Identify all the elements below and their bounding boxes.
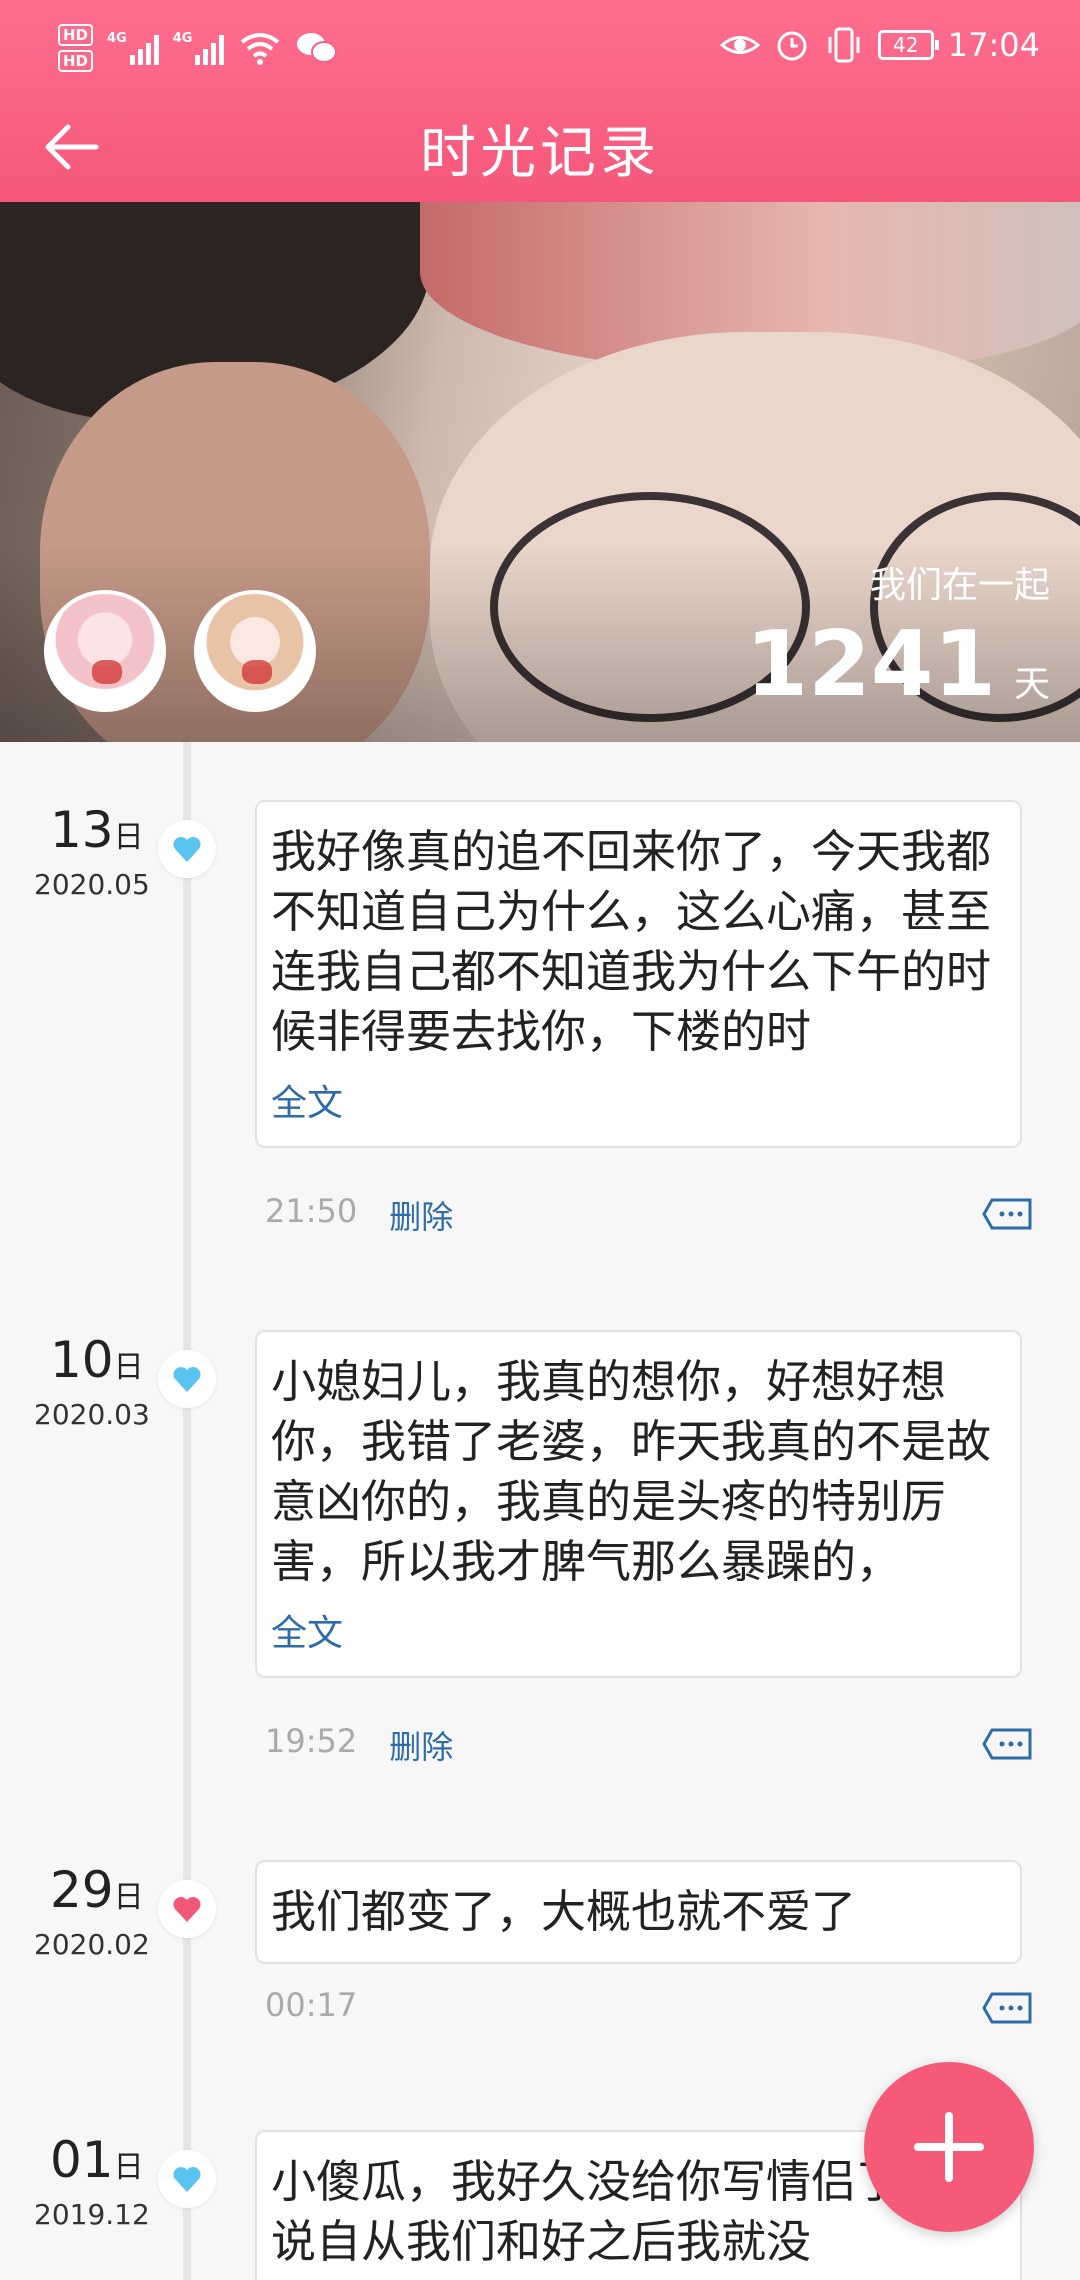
delete-button[interactable]: 删除: [389, 1192, 453, 1238]
entry-day: 10日: [50, 1330, 150, 1398]
entry-day: 29日: [50, 1860, 150, 1928]
network-type-2: 4G: [172, 31, 193, 46]
status-right: 42 17:04: [719, 20, 1040, 70]
hd-badges: HD HD: [58, 24, 94, 72]
app-header: HD HD 4G 4G 42 17:04 时光记录: [0, 0, 1080, 202]
nav-bar: 时光记录: [0, 90, 1080, 202]
entry-day-number: 10: [50, 1331, 114, 1389]
hd-badge-1: HD: [58, 24, 94, 46]
delete-button[interactable]: 删除: [389, 1722, 453, 1768]
days-unit: 天: [1013, 664, 1050, 705]
hd-badge-2: HD: [58, 50, 94, 72]
days-count: 1241: [745, 612, 996, 717]
entry-day-number: 01: [50, 2131, 114, 2189]
entry-day-number: 13: [50, 801, 114, 859]
heart-icon: [158, 1350, 216, 1408]
days-counter: 1241 天: [745, 620, 1050, 710]
eye-icon: [719, 36, 760, 54]
network-type-1: 4G: [107, 31, 127, 46]
comment-icon[interactable]: [982, 1196, 1034, 1232]
entry-text: 我们都变了，大概也就不爱了: [271, 1885, 857, 1938]
full-text-link[interactable]: 全文: [271, 1074, 1006, 1126]
avatar-1[interactable]: [44, 590, 166, 712]
battery-icon: 42: [877, 30, 939, 60]
wifi-icon: [241, 33, 280, 65]
entry-card[interactable]: 我们都变了，大概也就不爱了: [255, 1860, 1022, 1964]
timeline-line: [183, 742, 191, 2280]
entry-time: 19:52: [265, 1722, 358, 1760]
entry-day: 01日: [50, 2130, 150, 2198]
vibrate-icon: [828, 27, 860, 63]
heart-icon: [158, 820, 216, 878]
entry-card[interactable]: 我好像真的追不回来你了，今天我都不知道自己为什么，这么心痛，甚至连我自己都不知道…: [255, 800, 1022, 1148]
entry-meta: 19:52 删除: [265, 1722, 453, 1768]
entry-year-month: 2020.05: [34, 868, 150, 901]
entry-text: 小媳妇儿，我真的想你，好想好想你，我错了老婆，昨天我真的不是故意凶你的，我真的是…: [271, 1355, 992, 1588]
alarm-icon: [777, 31, 807, 61]
entry-time: 21:50: [265, 1192, 358, 1230]
day-suffix: 日: [113, 2150, 144, 2185]
add-entry-button[interactable]: [864, 2062, 1034, 2232]
entry-meta: 00:17: [265, 1986, 357, 2024]
full-text-link[interactable]: 全文: [271, 1604, 1006, 1656]
comment-icon[interactable]: [982, 1726, 1034, 1762]
signal-icon: 4G: [107, 31, 159, 65]
status-left: HD HD 4G 4G: [58, 18, 338, 78]
wechat-icon: [297, 33, 338, 63]
entry-year-month: 2019.12: [34, 2198, 150, 2231]
entry-time: 00:17: [265, 1986, 358, 2024]
comment-icon[interactable]: [982, 1990, 1034, 2026]
entry-card[interactable]: 小媳妇儿，我真的想你，好想好想你，我错了老婆，昨天我真的不是故意凶你的，我真的是…: [255, 1330, 1022, 1678]
entry-year-month: 2020.03: [34, 1398, 150, 1431]
day-suffix: 日: [113, 1880, 144, 1915]
day-suffix: 日: [113, 1350, 144, 1385]
page-title: 时光记录: [420, 121, 660, 186]
entry-day-number: 29: [50, 1861, 114, 1919]
together-label: 我们在一起: [869, 565, 1050, 606]
entry-day: 13日: [50, 800, 150, 868]
signal-icon-2: 4G: [173, 31, 225, 65]
entry-meta: 21:50 删除: [265, 1192, 453, 1238]
status-bar: HD HD 4G 4G 42 17:04: [0, 0, 1080, 90]
clock: 17:04: [947, 26, 1040, 64]
heart-icon: [158, 1880, 216, 1938]
entry-year-month: 2020.02: [34, 1928, 150, 1961]
heart-icon: [158, 2150, 216, 2208]
avatar-2[interactable]: [194, 590, 316, 712]
day-suffix: 日: [113, 820, 144, 855]
entry-text: 我好像真的追不回来你了，今天我都不知道自己为什么，这么心痛，甚至连我自己都不知道…: [271, 825, 992, 1058]
